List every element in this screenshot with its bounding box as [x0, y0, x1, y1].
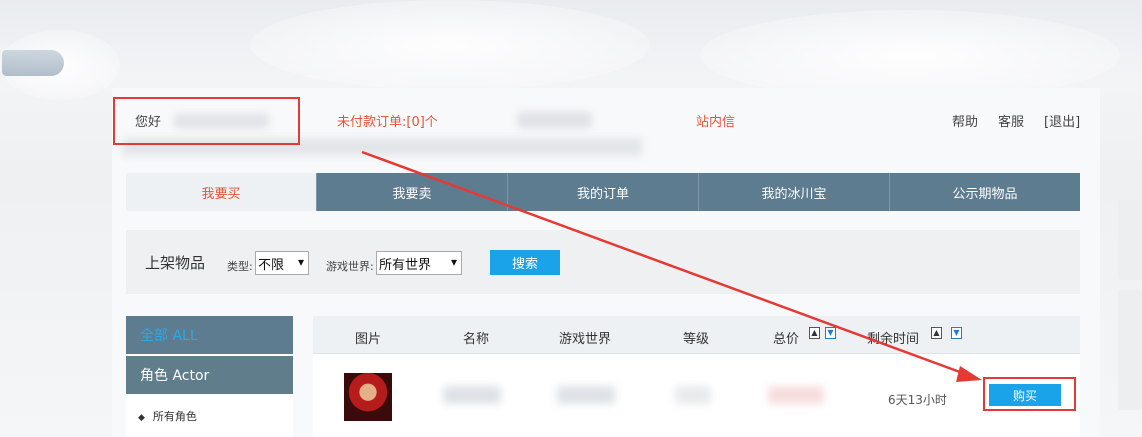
arrow-head: [956, 366, 982, 382]
annotation-arrow: [361, 150, 982, 382]
arrow-line: [361, 150, 969, 377]
